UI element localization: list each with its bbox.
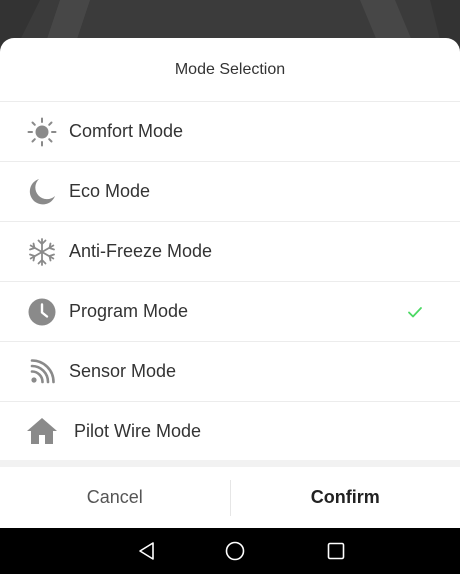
mode-label: Eco Mode [69,181,151,201]
sensor-signal-icon [26,356,58,388]
back-button[interactable] [117,528,177,574]
home-button[interactable] [205,528,265,574]
mode-item-sensor[interactable]: Sensor Mode [0,342,460,402]
system-navigation-bar [0,528,460,574]
mode-label: Anti-Freeze Mode [69,241,213,261]
dialog-title: Mode Selection [0,38,460,102]
checkmark-icon [406,303,424,326]
recents-square-icon [327,542,345,560]
confirm-button[interactable]: Confirm [231,467,460,528]
mode-item-program[interactable]: Program Mode [0,282,460,342]
moon-icon [26,176,58,208]
mode-item-anti-freeze[interactable]: Anti-Freeze Mode [0,222,460,282]
mode-item-comfort[interactable]: Comfort Mode [0,102,460,162]
screen: Mode Selection Comfort Mode Eco Mode Ant… [0,0,460,574]
cancel-button[interactable]: Cancel [0,467,230,528]
mode-label: Comfort Mode [69,121,184,141]
mode-label: Pilot Wire Mode [74,420,202,441]
mode-label: Sensor Mode [69,361,177,381]
recents-button[interactable] [306,528,366,574]
sun-icon [26,116,58,148]
mode-label: Program Mode [69,301,189,321]
clock-icon [26,296,58,328]
mode-item-pilot-wire[interactable]: Pilot Wire Mode [0,402,460,460]
mode-selection-dialog: Mode Selection Comfort Mode Eco Mode Ant… [0,38,460,528]
mode-list: Comfort Mode Eco Mode Anti-Freeze Mode P… [0,102,460,460]
back-triangle-icon [139,542,154,560]
mode-item-eco[interactable]: Eco Mode [0,162,460,222]
snowflake-icon [26,236,58,268]
dialog-actions: Cancel Confirm [0,467,460,528]
home-circle-icon [225,541,245,561]
house-icon [26,415,58,447]
